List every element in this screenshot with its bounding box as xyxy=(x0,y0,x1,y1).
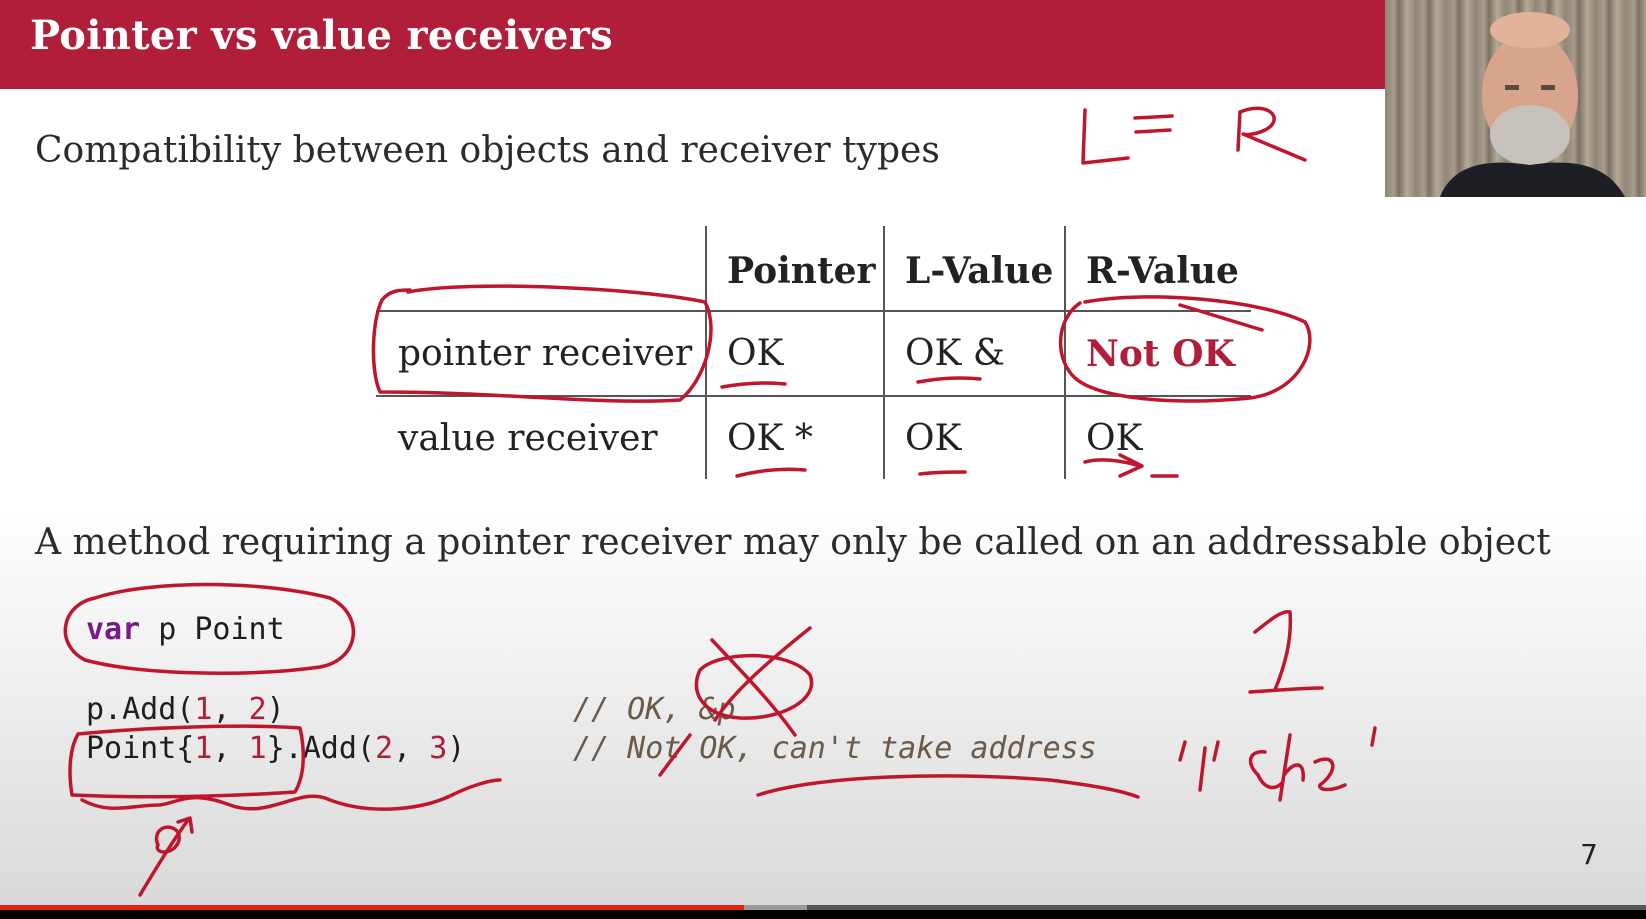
webcam-video xyxy=(1385,0,1646,197)
video-progress-bar[interactable] xyxy=(0,905,1646,910)
ink-circle-not-ok xyxy=(1058,295,1312,403)
ink-underline-ok-star xyxy=(735,467,807,478)
ink-underline-ok-1 xyxy=(720,381,787,389)
ink-underline-ok-amp xyxy=(916,376,982,384)
ink-underline-cant-take-address xyxy=(756,774,1140,799)
video-progress-fill xyxy=(0,905,744,910)
video-buffer-bar xyxy=(743,905,807,910)
ink-char-literals xyxy=(1178,726,1377,802)
slide: Pointer vs value receivers Compatibility… xyxy=(0,0,1646,905)
ink-squiggle-underline xyxy=(80,778,502,811)
ink-arrow-up xyxy=(138,816,194,897)
ink-underline-ok-lvalue xyxy=(918,470,967,476)
ink-strike-not xyxy=(658,733,692,777)
ink-cross-amp-p xyxy=(710,626,812,737)
ink-l-equals-r xyxy=(1081,106,1307,165)
ink-box-point-literal xyxy=(68,724,306,799)
ink-circle-pointer-receiver xyxy=(371,284,713,403)
ink-digit-one xyxy=(1248,610,1324,694)
presenter-image xyxy=(1440,12,1625,197)
ink-arrow-ok-rvalue xyxy=(1083,453,1179,478)
ink-circle-var-p-point xyxy=(63,582,356,675)
